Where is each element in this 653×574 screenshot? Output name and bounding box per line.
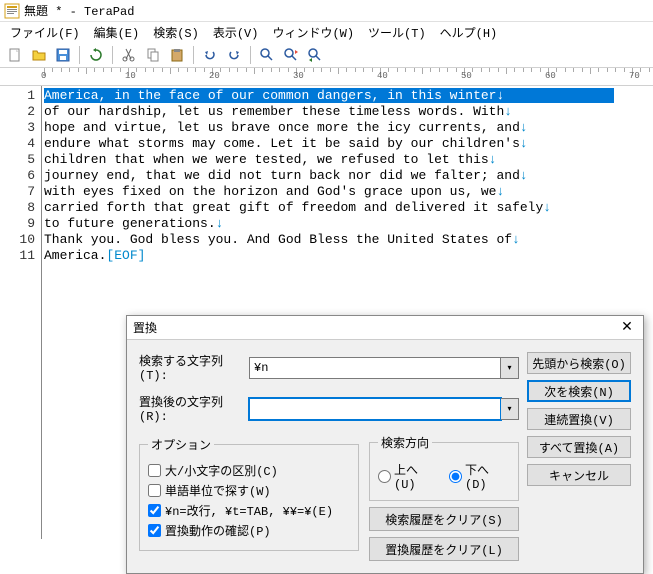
confirm-checkbox-row[interactable]: 置換動作の確認(P) bbox=[148, 522, 350, 539]
dialog-titlebar[interactable]: 置換 ✕ bbox=[127, 316, 643, 340]
line-number: 6 bbox=[0, 168, 35, 184]
options-fieldset: オプション 大/小文字の区別(C) 単語単位で探す(W) ¥n=改行, ¥t=T… bbox=[139, 436, 359, 551]
line-number-gutter: 1234567891011 bbox=[0, 86, 42, 539]
replace-icon[interactable] bbox=[304, 44, 326, 66]
paste-icon[interactable] bbox=[166, 44, 188, 66]
close-icon[interactable]: ✕ bbox=[617, 318, 637, 338]
replace-all-button[interactable]: すべて置換(A) bbox=[527, 436, 631, 458]
dir-up-radio-row[interactable]: 上へ(U) bbox=[378, 461, 439, 492]
newline-marker: ↓ bbox=[543, 200, 551, 215]
replace-dropdown-icon[interactable]: ▾ bbox=[501, 398, 519, 420]
open-file-icon[interactable] bbox=[28, 44, 50, 66]
find-next-button[interactable]: 次を検索(N) bbox=[527, 380, 631, 402]
line-number: 3 bbox=[0, 120, 35, 136]
line-number: 11 bbox=[0, 248, 35, 264]
toolbar bbox=[0, 42, 653, 68]
text-line[interactable]: America, in the face of our common dange… bbox=[44, 88, 651, 104]
newline-marker: ↓ bbox=[489, 152, 497, 167]
menu-help[interactable]: ヘルプ(H) bbox=[434, 22, 504, 43]
case-checkbox-row[interactable]: 大/小文字の区別(C) bbox=[148, 462, 350, 479]
line-number: 2 bbox=[0, 104, 35, 120]
search-dropdown-icon[interactable]: ▾ bbox=[501, 357, 519, 379]
newline-marker: ↓ bbox=[504, 104, 512, 119]
menu-search[interactable]: 検索(S) bbox=[147, 22, 205, 43]
replace-dialog: 置換 ✕ 検索する文字列(T): ▾ 置換後の文字列(R): ▾ bbox=[126, 315, 644, 574]
replace-label: 置換後の文字列(R): bbox=[139, 393, 243, 424]
text-line[interactable]: hope and virtue, let us brave once more … bbox=[44, 120, 651, 136]
redo-icon[interactable] bbox=[223, 44, 245, 66]
dialog-title: 置換 bbox=[133, 319, 157, 336]
line-number: 5 bbox=[0, 152, 35, 168]
app-icon bbox=[4, 3, 20, 19]
new-file-icon[interactable] bbox=[4, 44, 26, 66]
find-next-icon[interactable] bbox=[280, 44, 302, 66]
titlebar: 無題 * - TeraPad bbox=[0, 0, 653, 22]
newline-marker: ↓ bbox=[520, 120, 528, 135]
text-line[interactable]: carried forth that great gift of freedom… bbox=[44, 200, 651, 216]
copy-icon[interactable] bbox=[142, 44, 164, 66]
window-title: 無題 * - TeraPad bbox=[24, 2, 134, 19]
save-icon[interactable] bbox=[52, 44, 74, 66]
text-line[interactable]: to future generations.↓ bbox=[44, 216, 651, 232]
word-checkbox[interactable] bbox=[148, 484, 161, 497]
text-line[interactable]: children that when we were tested, we re… bbox=[44, 152, 651, 168]
newline-marker: ↓ bbox=[520, 136, 528, 151]
newline-marker: ↓ bbox=[520, 168, 528, 183]
menu-tool[interactable]: ツール(T) bbox=[362, 22, 432, 43]
escape-checkbox-row[interactable]: ¥n=改行, ¥t=TAB, ¥¥=¥(E) bbox=[148, 502, 350, 519]
clear-replace-history-button[interactable]: 置換履歴をクリア(L) bbox=[369, 537, 519, 561]
text-line[interactable]: of our hardship, let us remember these t… bbox=[44, 104, 651, 120]
direction-fieldset: 検索方向 上へ(U) 下へ(D) bbox=[369, 434, 519, 501]
cut-icon[interactable] bbox=[118, 44, 140, 66]
confirm-checkbox[interactable] bbox=[148, 524, 161, 537]
line-number: 10 bbox=[0, 232, 35, 248]
cancel-button[interactable]: キャンセル bbox=[527, 464, 631, 486]
search-input[interactable] bbox=[249, 357, 501, 379]
line-number: 1 bbox=[0, 88, 35, 104]
text-line[interactable]: journey end, that we did not turn back n… bbox=[44, 168, 651, 184]
newline-marker: ↓ bbox=[512, 232, 520, 247]
newline-marker: ↓ bbox=[216, 216, 224, 231]
dir-down-radio[interactable] bbox=[449, 470, 462, 483]
menubar: ファイル(F) 編集(E) 検索(S) 表示(V) ウィンドウ(W) ツール(T… bbox=[0, 22, 653, 42]
find-icon[interactable] bbox=[256, 44, 278, 66]
text-line[interactable]: Thank you. God bless you. And God Bless … bbox=[44, 232, 651, 248]
menu-window[interactable]: ウィンドウ(W) bbox=[266, 22, 360, 43]
case-checkbox[interactable] bbox=[148, 464, 161, 477]
escape-checkbox[interactable] bbox=[148, 504, 161, 517]
line-number: 8 bbox=[0, 200, 35, 216]
line-number: 7 bbox=[0, 184, 35, 200]
word-checkbox-row[interactable]: 単語単位で探す(W) bbox=[148, 482, 350, 499]
text-line[interactable]: endure what storms may come. Let it be s… bbox=[44, 136, 651, 152]
line-number: 9 bbox=[0, 216, 35, 232]
text-line[interactable]: America.[EOF] bbox=[44, 248, 651, 264]
search-label: 検索する文字列(T): bbox=[139, 352, 243, 383]
direction-legend: 検索方向 bbox=[378, 434, 432, 451]
menu-file[interactable]: ファイル(F) bbox=[4, 22, 86, 43]
line-number: 4 bbox=[0, 136, 35, 152]
options-legend: オプション bbox=[148, 436, 214, 453]
text-line[interactable]: with eyes fixed on the horizon and God's… bbox=[44, 184, 651, 200]
menu-edit[interactable]: 編集(E) bbox=[88, 22, 146, 43]
continuous-replace-button[interactable]: 連続置換(V) bbox=[527, 408, 631, 430]
eof-marker: [EOF] bbox=[106, 248, 145, 263]
ruler: 010203040506070 bbox=[0, 68, 653, 86]
dir-up-radio[interactable] bbox=[378, 470, 391, 483]
search-from-top-button[interactable]: 先頭から検索(O) bbox=[527, 352, 631, 374]
menu-view[interactable]: 表示(V) bbox=[207, 22, 265, 43]
undo-icon[interactable] bbox=[199, 44, 221, 66]
clear-search-history-button[interactable]: 検索履歴をクリア(S) bbox=[369, 507, 519, 531]
newline-marker: ↓ bbox=[496, 184, 504, 199]
dir-down-radio-row[interactable]: 下へ(D) bbox=[449, 461, 510, 492]
reload-icon[interactable] bbox=[85, 44, 107, 66]
replace-input[interactable] bbox=[249, 398, 501, 420]
